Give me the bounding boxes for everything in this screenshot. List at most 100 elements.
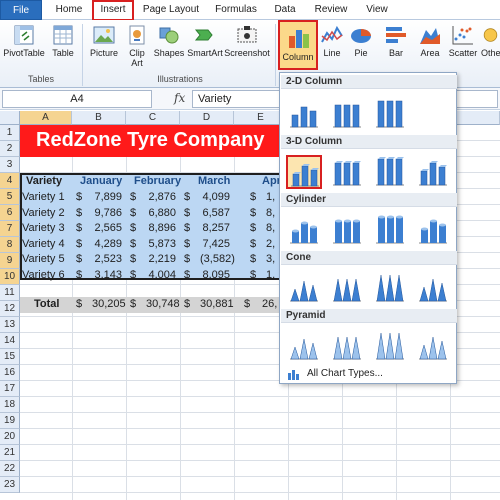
row-header-7[interactable]: 7: [0, 221, 20, 237]
tab-insert[interactable]: Insert: [92, 0, 134, 21]
tab-formulas[interactable]: Formulas: [212, 2, 260, 20]
area-chart-button[interactable]: Area: [416, 24, 444, 58]
header-variety[interactable]: Variety: [26, 174, 62, 189]
cell-mar[interactable]: (3,582): [200, 252, 235, 267]
row-header-1[interactable]: 1: [0, 125, 20, 141]
column-3d-chart-option-icon[interactable]: [415, 155, 451, 189]
pie-chart-button[interactable]: Pie: [348, 24, 374, 58]
column-header-a[interactable]: A: [20, 111, 72, 125]
total-label[interactable]: Total: [34, 297, 59, 312]
cone-chart-option-icon[interactable]: [415, 271, 451, 305]
row-header-4[interactable]: 4: [0, 173, 20, 189]
table-button[interactable]: Table: [48, 24, 78, 58]
cell-jan[interactable]: 7,899: [92, 190, 122, 205]
row-header-20[interactable]: 20: [0, 429, 20, 445]
cylinder-chart-option-icon[interactable]: [415, 213, 451, 247]
header-february[interactable]: February: [134, 174, 181, 189]
variety-name[interactable]: Variety 6: [22, 268, 65, 283]
row-header-9[interactable]: 9: [0, 253, 20, 269]
cell-apr[interactable]: 2,: [266, 237, 275, 252]
name-box[interactable]: A4: [2, 90, 152, 108]
fx-icon[interactable]: fx: [174, 91, 185, 105]
bar-chart-button[interactable]: Bar: [382, 24, 410, 58]
shapes-button[interactable]: Shapes: [152, 24, 186, 58]
cell-apr[interactable]: 8,: [266, 206, 275, 221]
cell-mar[interactable]: 6,587: [200, 206, 230, 221]
line-chart-button[interactable]: Line: [320, 24, 344, 58]
row-header-6[interactable]: 6: [0, 205, 20, 221]
column-header-d[interactable]: D: [180, 111, 234, 125]
row-header-14[interactable]: 14: [0, 333, 20, 349]
row-header-12[interactable]: 12: [0, 301, 20, 317]
column-chart-button[interactable]: Column: [278, 20, 318, 70]
cell-feb[interactable]: 5,873: [146, 237, 176, 252]
column-3d-chart-option-icon[interactable]: [329, 155, 365, 189]
cell-mar[interactable]: 7,425: [200, 237, 230, 252]
header-march[interactable]: March: [198, 174, 230, 189]
cell-jan[interactable]: 4,289: [92, 237, 122, 252]
cylinder-chart-option-icon[interactable]: [286, 213, 322, 247]
tab-review[interactable]: Review: [312, 2, 350, 20]
pivot-table-button[interactable]: PivotTable: [2, 24, 46, 58]
row-header-15[interactable]: 15: [0, 349, 20, 365]
cell-feb[interactable]: 4,004: [146, 268, 176, 283]
cone-chart-option-icon[interactable]: [372, 271, 408, 305]
row-header-23[interactable]: 23: [0, 477, 20, 493]
cell-mar[interactable]: 4,099: [200, 190, 230, 205]
row-header-21[interactable]: 21: [0, 445, 20, 461]
screenshot-button[interactable]: Screenshot: [224, 24, 270, 58]
cell-apr[interactable]: 8,: [266, 221, 275, 236]
row-header-11[interactable]: 11: [0, 285, 20, 301]
row-header-22[interactable]: 22: [0, 461, 20, 477]
tab-view[interactable]: View: [362, 2, 392, 20]
all-chart-types-link[interactable]: All Chart Types...: [281, 365, 457, 383]
cell-jan[interactable]: 2,523: [92, 252, 122, 267]
scatter-chart-button[interactable]: Scatter: [446, 24, 480, 58]
select-all-corner[interactable]: [0, 111, 20, 125]
variety-name[interactable]: Variety 4: [22, 237, 65, 252]
cylinder-chart-option-icon[interactable]: [329, 213, 365, 247]
column-2d-chart-option-icon[interactable]: [286, 97, 322, 131]
column-header-b[interactable]: B: [72, 111, 126, 125]
cell-feb[interactable]: 8,896: [146, 221, 176, 236]
cell-jan[interactable]: 2,565: [92, 221, 122, 236]
cell-feb[interactable]: 2,876: [146, 190, 176, 205]
column-3d-chart-option-icon[interactable]: [286, 155, 322, 189]
cell-jan[interactable]: 3,143: [92, 268, 122, 283]
row-header-19[interactable]: 19: [0, 413, 20, 429]
cell-mar[interactable]: 8,257: [200, 221, 230, 236]
cell-feb[interactable]: 2,219: [146, 252, 176, 267]
tab-page-layout[interactable]: Page Layout: [142, 2, 200, 20]
row-header-13[interactable]: 13: [0, 317, 20, 333]
pyramid-chart-option-icon[interactable]: [329, 329, 365, 363]
smartart-button[interactable]: SmartArt: [186, 24, 224, 58]
header-january[interactable]: January: [80, 174, 122, 189]
variety-name[interactable]: Variety 1: [22, 190, 65, 205]
cell-jan[interactable]: 9,786: [92, 206, 122, 221]
variety-name[interactable]: Variety 2: [22, 206, 65, 221]
pyramid-chart-option-icon[interactable]: [372, 329, 408, 363]
row-header-2[interactable]: 2: [0, 141, 20, 157]
pyramid-chart-option-icon[interactable]: [286, 329, 322, 363]
cell-feb[interactable]: 6,880: [146, 206, 176, 221]
cell-apr[interactable]: 1,: [266, 268, 275, 283]
cone-chart-option-icon[interactable]: [329, 271, 365, 305]
row-header-18[interactable]: 18: [0, 397, 20, 413]
variety-name[interactable]: Variety 3: [22, 221, 65, 236]
column-2d-chart-option-icon[interactable]: [329, 97, 365, 131]
column-3d-chart-option-icon[interactable]: [372, 155, 408, 189]
tab-data[interactable]: Data: [270, 2, 300, 20]
column-2d-chart-option-icon[interactable]: [372, 97, 408, 131]
cell-apr[interactable]: 1,: [266, 190, 275, 205]
row-header-10[interactable]: 10: [0, 269, 20, 285]
total-apr[interactable]: 26,: [262, 297, 277, 312]
row-header-3[interactable]: 3: [0, 157, 20, 173]
picture-button[interactable]: Picture: [86, 24, 122, 58]
row-header-16[interactable]: 16: [0, 365, 20, 381]
row-header-8[interactable]: 8: [0, 237, 20, 253]
tab-file[interactable]: File: [0, 0, 42, 20]
cylinder-chart-option-icon[interactable]: [372, 213, 408, 247]
cell-mar[interactable]: 8,095: [200, 268, 230, 283]
row-header-17[interactable]: 17: [0, 381, 20, 397]
total-jan[interactable]: 30,205: [92, 297, 126, 312]
